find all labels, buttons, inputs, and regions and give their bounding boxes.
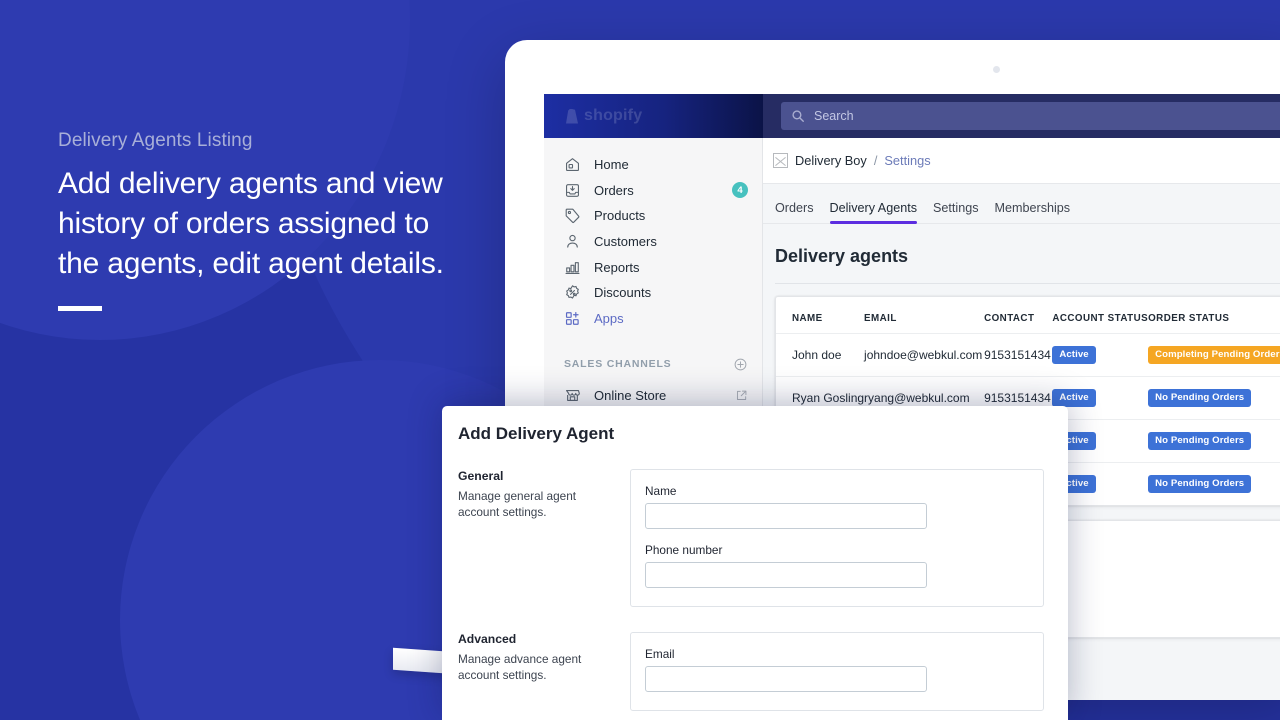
sidebar-item-online-store[interactable]: Online Store: [544, 383, 762, 409]
section-heading: Advanced: [458, 632, 517, 646]
shopify-bag-icon: [566, 108, 578, 124]
name-input[interactable]: [645, 503, 927, 529]
shopify-logo-text: shopify: [584, 107, 643, 124]
search-placeholder: Search: [814, 109, 854, 123]
section-description-general: General Manage general agent account set…: [458, 469, 630, 607]
orders-inbox-icon: [565, 184, 580, 197]
promo-underline-rule: [58, 306, 102, 311]
cell-order-status: No Pending Orders: [1148, 419, 1280, 463]
breadcrumb: Delivery Boy / Settings: [763, 138, 1280, 184]
sidebar-item-label: Orders: [594, 182, 634, 198]
sidebar-item-customers[interactable]: Customers: [544, 229, 762, 255]
search-input[interactable]: Search: [781, 102, 1280, 130]
status-badge-active: Active: [1052, 346, 1096, 364]
breadcrumb-app-name: Delivery Boy: [795, 153, 867, 168]
cell-order-status: No Pending Orders: [1148, 462, 1280, 505]
broken-image-icon: [773, 153, 788, 168]
home-icon: [565, 158, 580, 172]
cell-contact: 9153151434: [984, 333, 1053, 377]
sidebar-item-label: Products: [594, 208, 646, 224]
status-badge-order: Completing Pending Orders: [1148, 346, 1280, 364]
external-link-icon[interactable]: [735, 389, 748, 402]
column-header-email: EMAIL: [864, 313, 897, 324]
tab-settings[interactable]: Settings: [933, 201, 979, 223]
sales-channels-header: SALES CHANNELS: [544, 353, 762, 375]
search-icon: [792, 110, 804, 122]
modal-section-advanced: Advanced Manage advance agent account se…: [442, 632, 1068, 711]
cell-account-status: Active: [1052, 333, 1149, 377]
cell-order-status: No Pending Orders: [1148, 376, 1280, 420]
sidebar-item-label: Customers: [594, 234, 657, 250]
sidebar-item-label: Reports: [594, 259, 640, 275]
breadcrumb-separator: /: [873, 153, 878, 168]
column-header-account-status: ACCOUNT STATUS: [1052, 313, 1149, 324]
tag-icon: [565, 209, 580, 224]
sidebar-item-discounts[interactable]: Discounts: [544, 280, 762, 306]
field-label-phone: Phone number: [645, 543, 723, 557]
tab-bar: Orders Delivery Agents Settings Membersh…: [763, 184, 1280, 224]
cell-name: John doe: [776, 333, 865, 377]
breadcrumb-page-link[interactable]: Settings: [884, 153, 930, 168]
tab-delivery-agents[interactable]: Delivery Agents: [829, 201, 917, 224]
page-title: Delivery agents: [775, 246, 909, 266]
status-badge-order: No Pending Orders: [1148, 432, 1252, 450]
topbar-right: Search: [763, 94, 1280, 138]
sidebar-item-label: Apps: [594, 310, 624, 326]
table-row[interactable]: John doe johndoe@webkul.com 9153151434 A…: [776, 333, 1280, 377]
sidebar-item-label: Home: [594, 157, 629, 173]
promo-eyebrow: Delivery Agents Listing: [58, 130, 253, 151]
section-subtext: Manage advance agent account settings.: [458, 652, 582, 682]
sales-channels-title: SALES CHANNELS: [564, 358, 672, 371]
modal-section-general: General Manage general agent account set…: [442, 469, 1068, 607]
section-heading: General: [458, 469, 504, 483]
orders-count-badge: 4: [732, 182, 748, 199]
bar-chart-icon: [565, 261, 580, 274]
table-header-row: NAME EMAIL CONTACT ACCOUNT STATUS ORDER …: [776, 297, 1280, 334]
storefront-icon: [565, 390, 580, 402]
sidebar-item-label: Discounts: [594, 285, 652, 301]
sidebar-item-orders[interactable]: Orders 4: [544, 178, 762, 204]
email-input[interactable]: [645, 666, 927, 692]
status-badge-active: Active: [1052, 389, 1096, 407]
sidebar-item-reports[interactable]: Reports: [544, 254, 762, 280]
tab-orders[interactable]: Orders: [775, 201, 814, 223]
phone-number-input[interactable]: [645, 562, 927, 588]
section-fields-advanced: Email: [630, 632, 1044, 711]
promo-copy: Delivery Agents Listing Add delivery age…: [58, 130, 458, 311]
tab-memberships[interactable]: Memberships: [995, 201, 1071, 223]
plus-circle-icon[interactable]: [733, 357, 748, 372]
app-topbar: shopify Search: [544, 94, 1280, 138]
sidebar-item-home[interactable]: Home: [544, 152, 762, 178]
device-camera-dot: [993, 66, 1000, 73]
column-header-name: NAME: [792, 313, 823, 324]
sidebar-item-label: Online Store: [594, 388, 667, 404]
sidebar-item-apps[interactable]: Apps: [544, 306, 762, 332]
section-description-advanced: Advanced Manage advance agent account se…: [458, 632, 630, 711]
field-label-email: Email: [645, 647, 675, 661]
title-divider: [775, 283, 1280, 284]
person-icon: [567, 234, 578, 248]
status-badge-order: No Pending Orders: [1148, 389, 1252, 407]
sidebar-item-products[interactable]: Products: [544, 203, 762, 229]
section-subtext: Manage general agent account settings.: [458, 489, 577, 519]
cell-email: johndoe@webkul.com: [864, 333, 985, 377]
status-badge-order: No Pending Orders: [1148, 475, 1252, 493]
add-delivery-agent-modal: Add Delivery Agent General Manage genera…: [442, 406, 1068, 720]
field-label-name: Name: [645, 484, 677, 498]
modal-title: Add Delivery Agent: [458, 424, 615, 443]
promo-headline: Add delivery agents and view history of …: [58, 167, 444, 280]
column-header-contact: CONTACT: [984, 313, 1035, 324]
section-fields-general: Name Phone number: [630, 469, 1044, 607]
discount-percent-icon: [566, 285, 579, 300]
cell-order-status: Completing Pending Orders: [1148, 333, 1280, 377]
apps-grid-plus-icon: [565, 311, 579, 325]
shopify-logo[interactable]: shopify: [544, 94, 763, 138]
column-header-order-status: ORDER STATUS: [1148, 313, 1230, 324]
